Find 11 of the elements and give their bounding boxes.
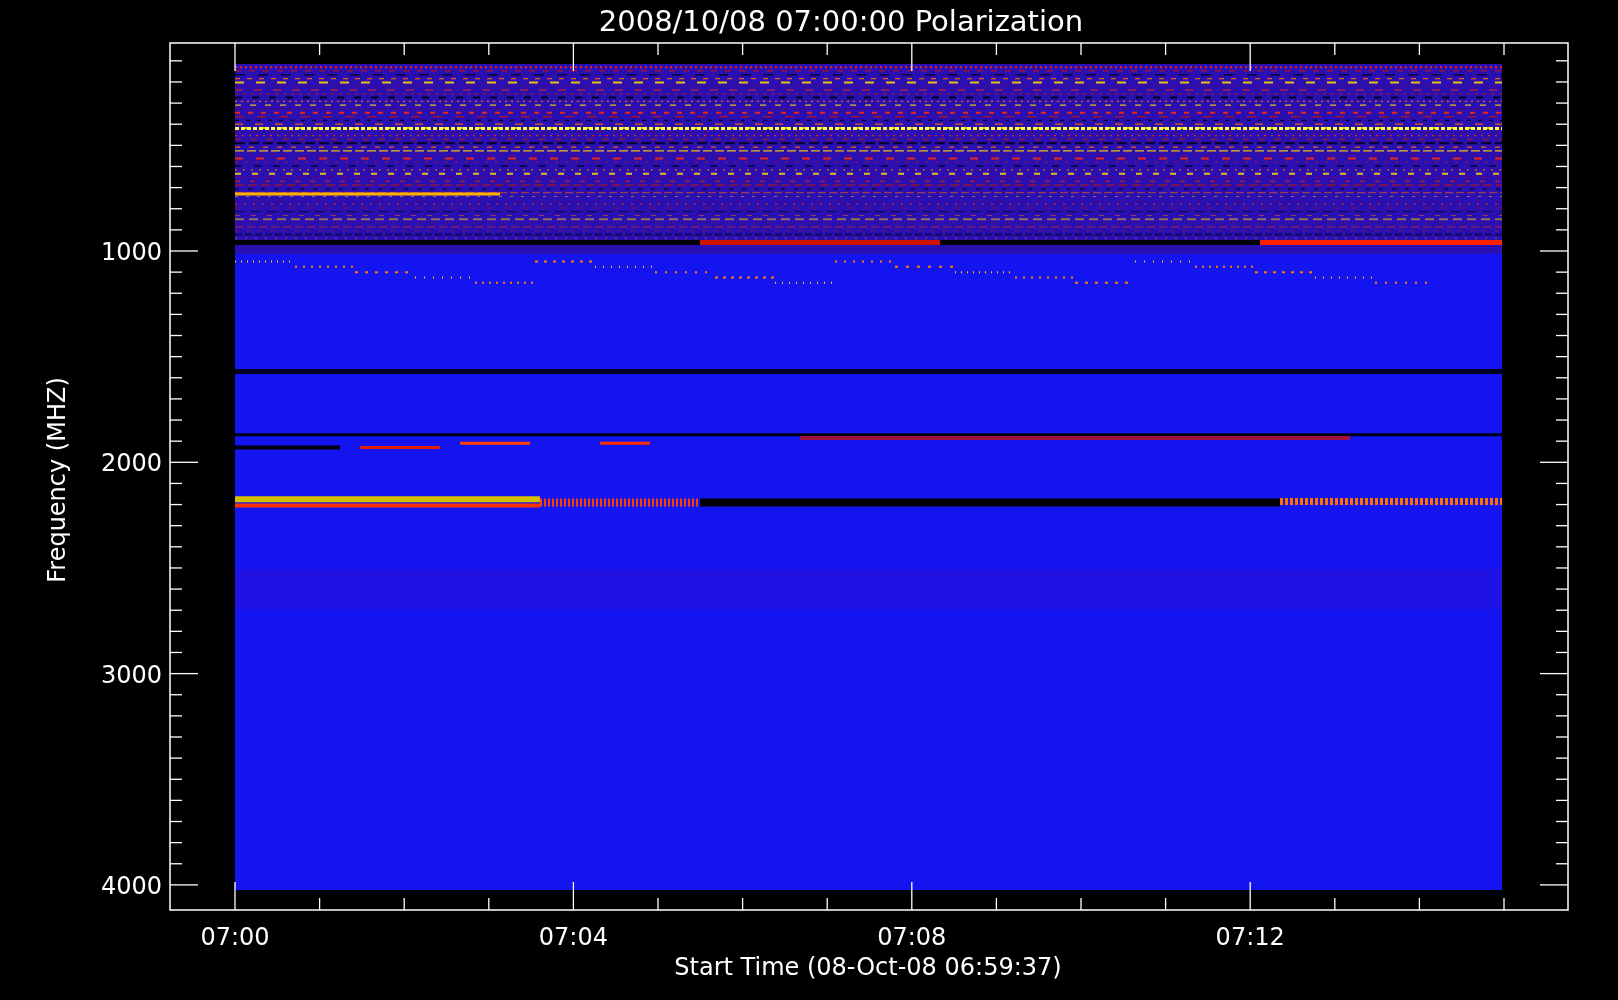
tick-label: 1000 — [100, 238, 162, 266]
tick-label: 07:04 — [538, 923, 608, 951]
tick-label: 07:12 — [1215, 923, 1285, 951]
tick-label: 07:00 — [200, 923, 270, 951]
chart-title: 2008/10/08 07:00:00 Polarization — [598, 4, 1084, 38]
tick-label: 2000 — [100, 449, 162, 478]
axis-label: Start Time (08-Oct-08 06:59:37) — [674, 953, 1062, 981]
tick-label: 4000 — [100, 871, 162, 900]
tick-label: 07:08 — [877, 923, 947, 951]
axis-label: Frequency (MHZ) — [43, 377, 71, 583]
tick-label: 3000 — [100, 660, 162, 689]
